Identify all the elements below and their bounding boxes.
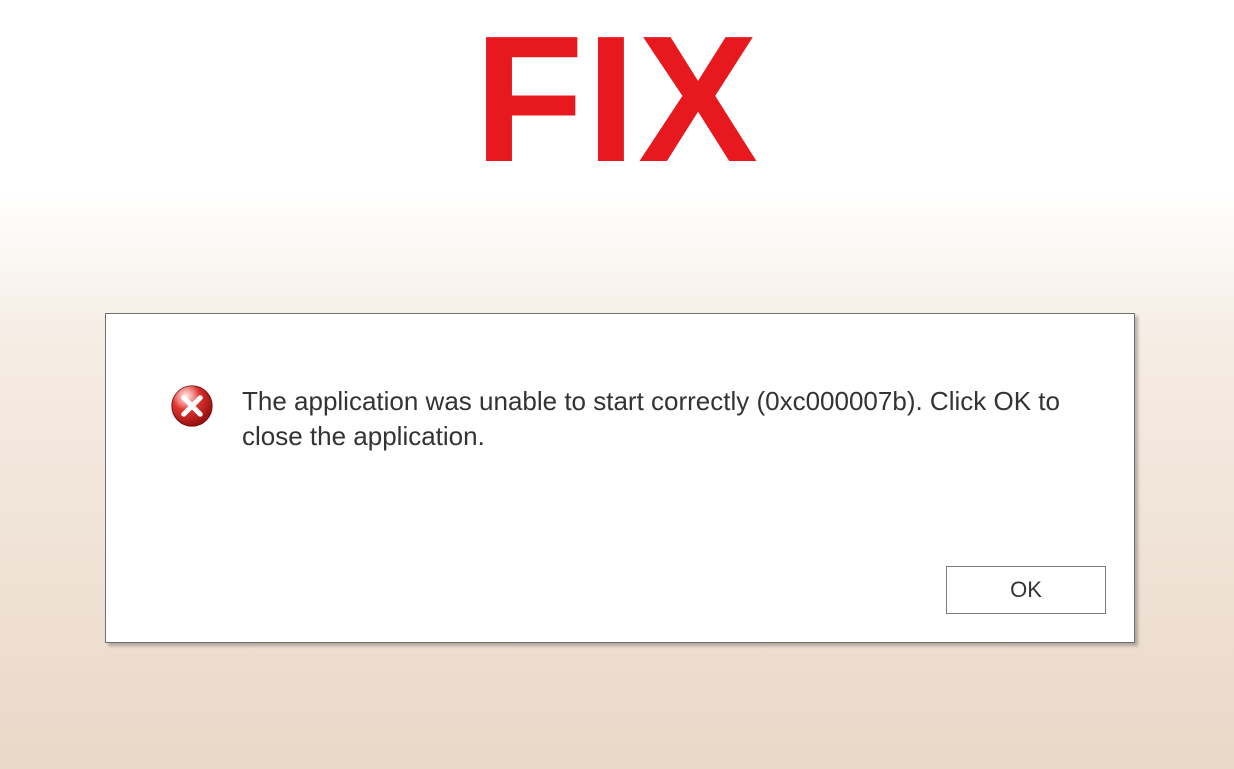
dialog-body: The application was unable to start corr…: [106, 314, 1134, 474]
error-icon: [170, 384, 214, 428]
headline-text: FIX: [474, 10, 760, 190]
dialog-footer: OK: [946, 566, 1106, 614]
dialog-message: The application was unable to start corr…: [242, 384, 1070, 454]
error-dialog: The application was unable to start corr…: [105, 313, 1135, 643]
ok-button[interactable]: OK: [946, 566, 1106, 614]
